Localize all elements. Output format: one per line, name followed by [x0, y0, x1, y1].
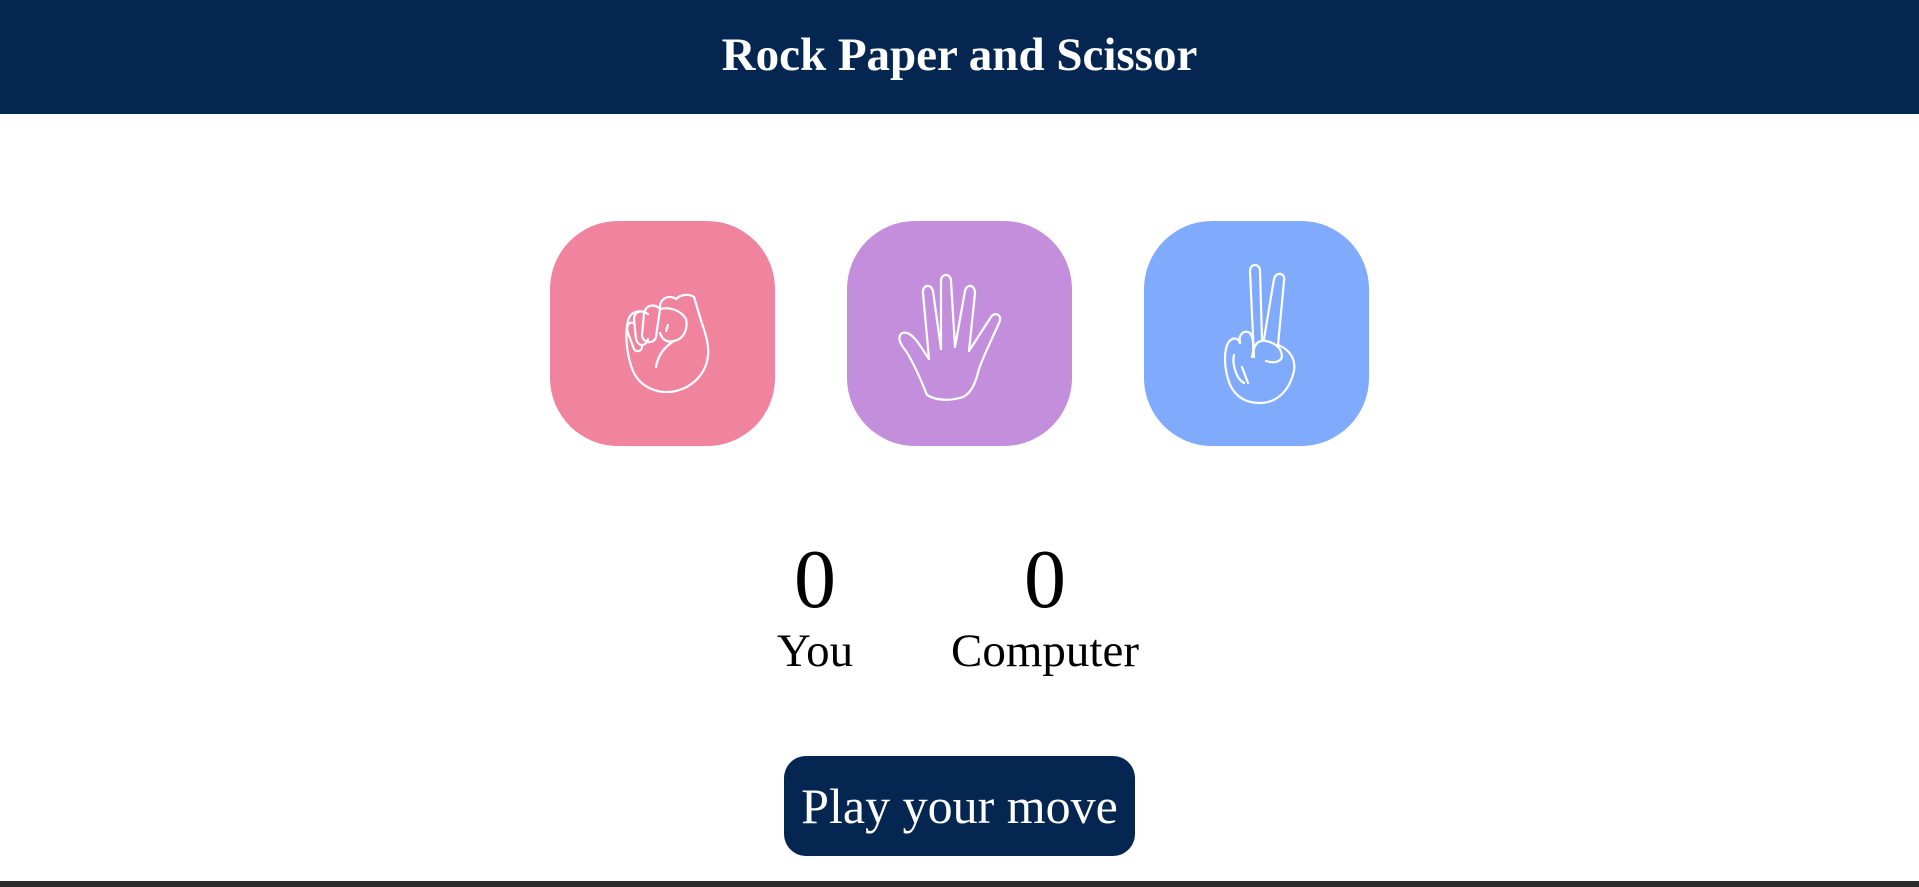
user-score-block: 0 You [777, 538, 853, 681]
scissors-hand-icon [1223, 263, 1295, 404]
window-bottom-edge [0, 881, 1919, 887]
rock-fist-icon [624, 293, 709, 393]
computer-score-label: Computer [951, 625, 1139, 677]
rock-choice[interactable] [550, 221, 775, 446]
user-score-label: You [776, 625, 854, 677]
computer-score-block: 0 Computer [951, 538, 1139, 681]
score-board: 0 You 0 Computer [0, 538, 1919, 688]
page-title: Rock Paper and Scissor [721, 29, 1198, 81]
choices-container [550, 221, 1369, 446]
scissors-choice[interactable] [1144, 221, 1369, 446]
status-message: Play your move [784, 756, 1135, 856]
computer-score: 0 [1023, 533, 1066, 626]
paper-choice[interactable] [847, 221, 1072, 446]
user-score: 0 [794, 533, 836, 626]
paper-hand-icon [897, 273, 1001, 401]
app-header: Rock Paper and Scissor [0, 0, 1919, 114]
